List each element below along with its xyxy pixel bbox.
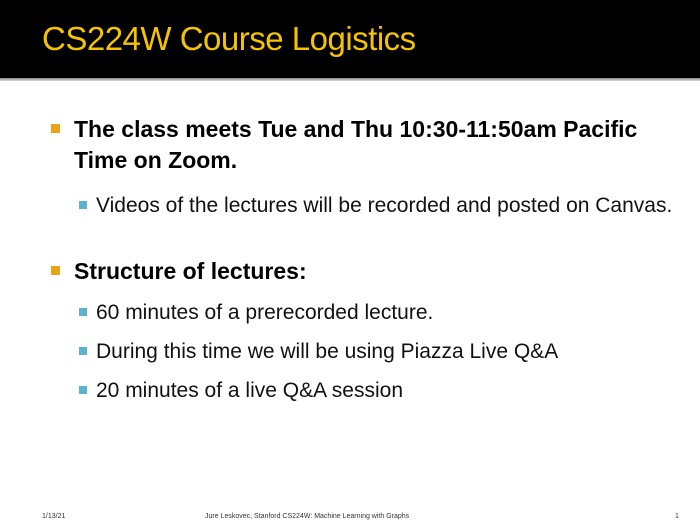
bullet-square-icon [51, 124, 60, 133]
sub-bullet-item: Videos of the lectures will be recorded … [79, 190, 676, 221]
bullet-square-icon [79, 201, 87, 209]
divider [0, 78, 700, 81]
bullet-text: Structure of lectures: [74, 258, 307, 284]
title-bar: CS224W Course Logistics [0, 0, 700, 78]
sub-bullet-text: 20 minutes of a live Q&A session [96, 379, 403, 402]
sub-bullet-text: Videos of the lectures will be recorded … [96, 194, 673, 217]
sub-bullet-item: 20 minutes of a live Q&A session [79, 375, 676, 406]
page-number: 1 [675, 513, 679, 520]
bullet-square-icon [51, 266, 60, 275]
slide-title: CS224W Course Logistics [42, 20, 416, 57]
sub-bullet-text: During this time we will be using Piazza… [96, 340, 559, 363]
footer-date: 1/13/21 [42, 513, 66, 520]
bullet-text: The class meets Tue and Thu 10:30-11:50a… [74, 116, 638, 173]
bullet-square-icon [79, 386, 87, 394]
bullet-square-icon [79, 347, 87, 355]
sub-bullet-item: During this time we will be using Piazza… [79, 336, 676, 367]
bullet-square-icon [79, 308, 87, 316]
bullet-item: The class meets Tue and Thu 10:30-11:50a… [51, 114, 674, 176]
footer-text: Jure Leskovec, Stanford CS224W: Machine … [205, 513, 410, 520]
sub-bullet-text: 60 minutes of a prerecorded lecture. [96, 301, 434, 324]
sub-bullet-item: 60 minutes of a prerecorded lecture. [79, 297, 676, 328]
bullet-item: Structure of lectures: [51, 256, 674, 287]
